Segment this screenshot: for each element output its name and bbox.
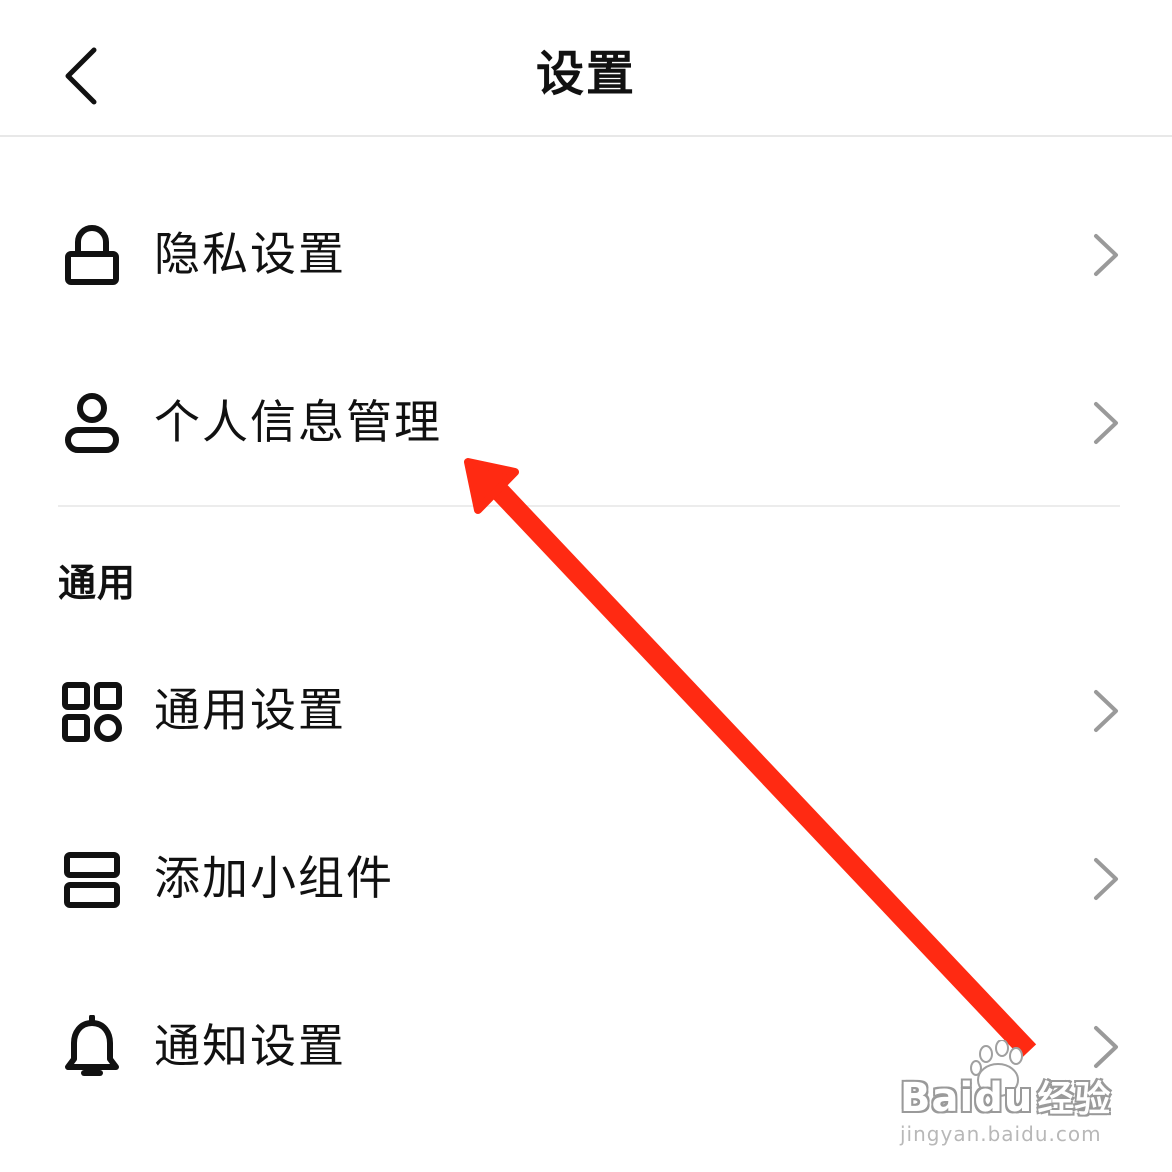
section-header-general: 通用 [58, 561, 137, 605]
menu-item-add-widget[interactable]: 添加小组件 [0, 818, 1172, 938]
chevron-right-icon [1094, 690, 1118, 732]
widget-icon [58, 846, 126, 914]
watermark-url: jingyan.baidu.com [900, 1122, 1102, 1146]
menu-item-label: 隐私设置 [154, 227, 346, 281]
person-icon [58, 390, 126, 458]
menu-item-label: 添加小组件 [154, 851, 394, 905]
page-title: 设置 [535, 46, 636, 102]
lock-icon [58, 222, 126, 290]
menu-item-label: 个人信息管理 [154, 395, 442, 449]
menu-item-notification-settings[interactable]: 通知设置 [0, 986, 1172, 1106]
menu-item-personal-info[interactable]: 个人信息管理 [0, 362, 1172, 482]
menu-item-general-settings[interactable]: 通用设置 [0, 650, 1172, 770]
top-bar: 设置 [0, 0, 1172, 137]
menu-item-label: 通用设置 [154, 683, 346, 737]
grid-icon [58, 678, 126, 746]
section-divider [58, 505, 1120, 507]
chevron-right-icon [1094, 234, 1118, 276]
chevron-right-icon [1094, 1026, 1118, 1068]
chevron-right-icon [1094, 858, 1118, 900]
menu-item-privacy-settings[interactable]: 隐私设置 [0, 194, 1172, 314]
menu-item-label: 通知设置 [154, 1019, 346, 1073]
chevron-right-icon [1094, 402, 1118, 444]
bell-icon [58, 1014, 126, 1082]
